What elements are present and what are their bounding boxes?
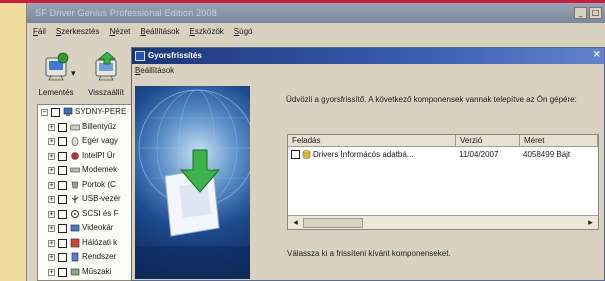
- scroll-left-arrow-icon[interactable]: ◂: [289, 217, 302, 229]
- column-header-name[interactable]: Feladás: [288, 135, 456, 147]
- tree-checkbox[interactable]: [58, 224, 67, 233]
- row-name: Drivers Informácós adatbá...: [313, 150, 414, 159]
- backup-label: Lementés: [38, 88, 74, 97]
- menu-view[interactable]: Nézet: [109, 23, 130, 40]
- mouse-icon: [71, 137, 79, 146]
- tree-item-label: Műszaki: [82, 266, 112, 276]
- tree-root-label: SYDNY-PERE: [75, 107, 127, 116]
- quick-update-dialog: Gyorsfrissítés × Beállítások Üdvözli a g…: [131, 47, 605, 281]
- toolbar: Lementés ▾ Visszaállít: [27, 40, 147, 102]
- menu-edit[interactable]: Szerkesztés: [56, 23, 100, 40]
- main-menubar: Fáil Szerkesztés Nézet Beállítások Eszkö…: [27, 23, 605, 40]
- restore-label: Visszaállít: [88, 88, 124, 97]
- select-components-text: Válassza ki a frissíteni kívánt komponen…: [287, 249, 451, 258]
- components-table[interactable]: Feladás Verzió Méret Drivers Informácós …: [287, 134, 599, 230]
- tree-expand-icon[interactable]: +: [48, 138, 55, 145]
- port-icon: [71, 181, 79, 188]
- dialog-title: Gyorsfrissítés: [148, 51, 202, 60]
- computer-icon: [63, 107, 73, 116]
- menu-file[interactable]: Fáil: [33, 23, 46, 40]
- dialog-close-button[interactable]: ×: [593, 49, 601, 60]
- system-icon: [71, 252, 79, 262]
- menu-tools[interactable]: Eszközök: [190, 23, 224, 40]
- row-size: 4058499 Bájt: [523, 150, 571, 159]
- tree-item-label: Hálózati k: [82, 237, 118, 247]
- usb-icon: [71, 195, 79, 203]
- column-header-version[interactable]: Verzió: [456, 135, 520, 147]
- display-adapter-icon: [70, 224, 80, 232]
- tree-item-label: Billentyűz: [82, 121, 117, 131]
- tree-expand-icon[interactable]: +: [48, 123, 55, 131]
- dialog-app-icon: [135, 51, 145, 61]
- dialog-info-text: Üdvözli a gyorsfrissítő. A következő kom…: [286, 95, 577, 104]
- horizontal-scrollbar[interactable]: ◂ ▸: [288, 215, 598, 229]
- tree-checkbox[interactable]: [51, 108, 60, 117]
- tree-checkbox[interactable]: [58, 238, 67, 248]
- tree-checkbox[interactable]: [58, 151, 67, 161]
- scsi-icon: [71, 209, 79, 218]
- tree-expand-icon[interactable]: +: [48, 225, 55, 232]
- tree-expand-icon[interactable]: +: [48, 167, 55, 174]
- database-icon: [302, 150, 311, 159]
- dialog-title-bar[interactable]: Gyorsfrissítés ×: [132, 48, 604, 64]
- menu-help[interactable]: Súgó: [234, 23, 253, 40]
- minimize-button[interactable]: _: [574, 7, 587, 19]
- tree-expand-icon[interactable]: +: [48, 268, 55, 276]
- column-header-size[interactable]: Méret: [520, 135, 598, 147]
- tree-item-label: SCSI és F: [82, 208, 119, 218]
- row-checkbox[interactable]: [291, 150, 300, 159]
- tree-item-label: Egér vagy: [82, 136, 119, 145]
- tree-item-label: IntelPI Ūr: [82, 150, 116, 160]
- backup-icon: [45, 52, 69, 81]
- table-row[interactable]: Drivers Informácós adatbá... 11/04/2007 …: [288, 148, 598, 161]
- tree-expand-icon[interactable]: +: [48, 254, 55, 261]
- globe-banner-art: [135, 89, 250, 279]
- network-icon: [70, 238, 80, 247]
- menu-settings[interactable]: Beállítások: [140, 23, 179, 40]
- keyboard-icon: [70, 124, 80, 130]
- scroll-thumb[interactable]: [303, 218, 363, 228]
- tree-checkbox[interactable]: [58, 209, 67, 219]
- tree-expand-icon[interactable]: +: [48, 196, 55, 203]
- caption-buttons: _ □: [574, 7, 602, 19]
- row-version: 11/04/2007: [459, 150, 499, 159]
- dialog-menu-settings[interactable]: Beállítások: [135, 66, 174, 75]
- tree-checkbox[interactable]: [58, 195, 67, 204]
- scroll-right-arrow-icon[interactable]: ▸: [584, 217, 597, 229]
- tree-item-label: Videokár: [82, 223, 114, 232]
- tree-checkbox[interactable]: [58, 122, 67, 132]
- tree-checkbox[interactable]: [58, 253, 67, 262]
- tree-item-label: Portok (C: [82, 179, 116, 189]
- tree-collapse-icon[interactable]: −: [41, 109, 48, 116]
- tree-expand-icon[interactable]: +: [48, 239, 55, 247]
- tree-item-label: Modemek: [82, 165, 118, 174]
- main-title-bar[interactable]: SF Driver Genius Professional Edition 20…: [27, 3, 605, 23]
- backup-dropdown-icon[interactable]: ▾: [71, 68, 76, 79]
- modem-icon: [70, 167, 80, 173]
- ir-device-icon: [71, 151, 79, 160]
- tree-expand-icon[interactable]: +: [48, 210, 55, 218]
- tree-item-label: Rendszer: [82, 252, 117, 261]
- restore-icon: [95, 52, 117, 81]
- main-window-title: SF Driver Genius Professional Edition 20…: [35, 8, 217, 18]
- device-icon: [70, 268, 80, 275]
- tree-item-label: USB-vezér: [82, 194, 121, 203]
- tree-checkbox[interactable]: [58, 267, 67, 277]
- dialog-banner-image: [135, 86, 250, 279]
- tree-checkbox[interactable]: [58, 137, 67, 146]
- tree-checkbox[interactable]: [58, 166, 67, 175]
- tree-expand-icon[interactable]: +: [48, 152, 55, 160]
- tree-expand-icon[interactable]: +: [48, 181, 55, 189]
- maximize-button[interactable]: □: [589, 7, 602, 19]
- tree-checkbox[interactable]: [58, 180, 67, 190]
- restore-button[interactable]: Visszaállít: [81, 48, 131, 100]
